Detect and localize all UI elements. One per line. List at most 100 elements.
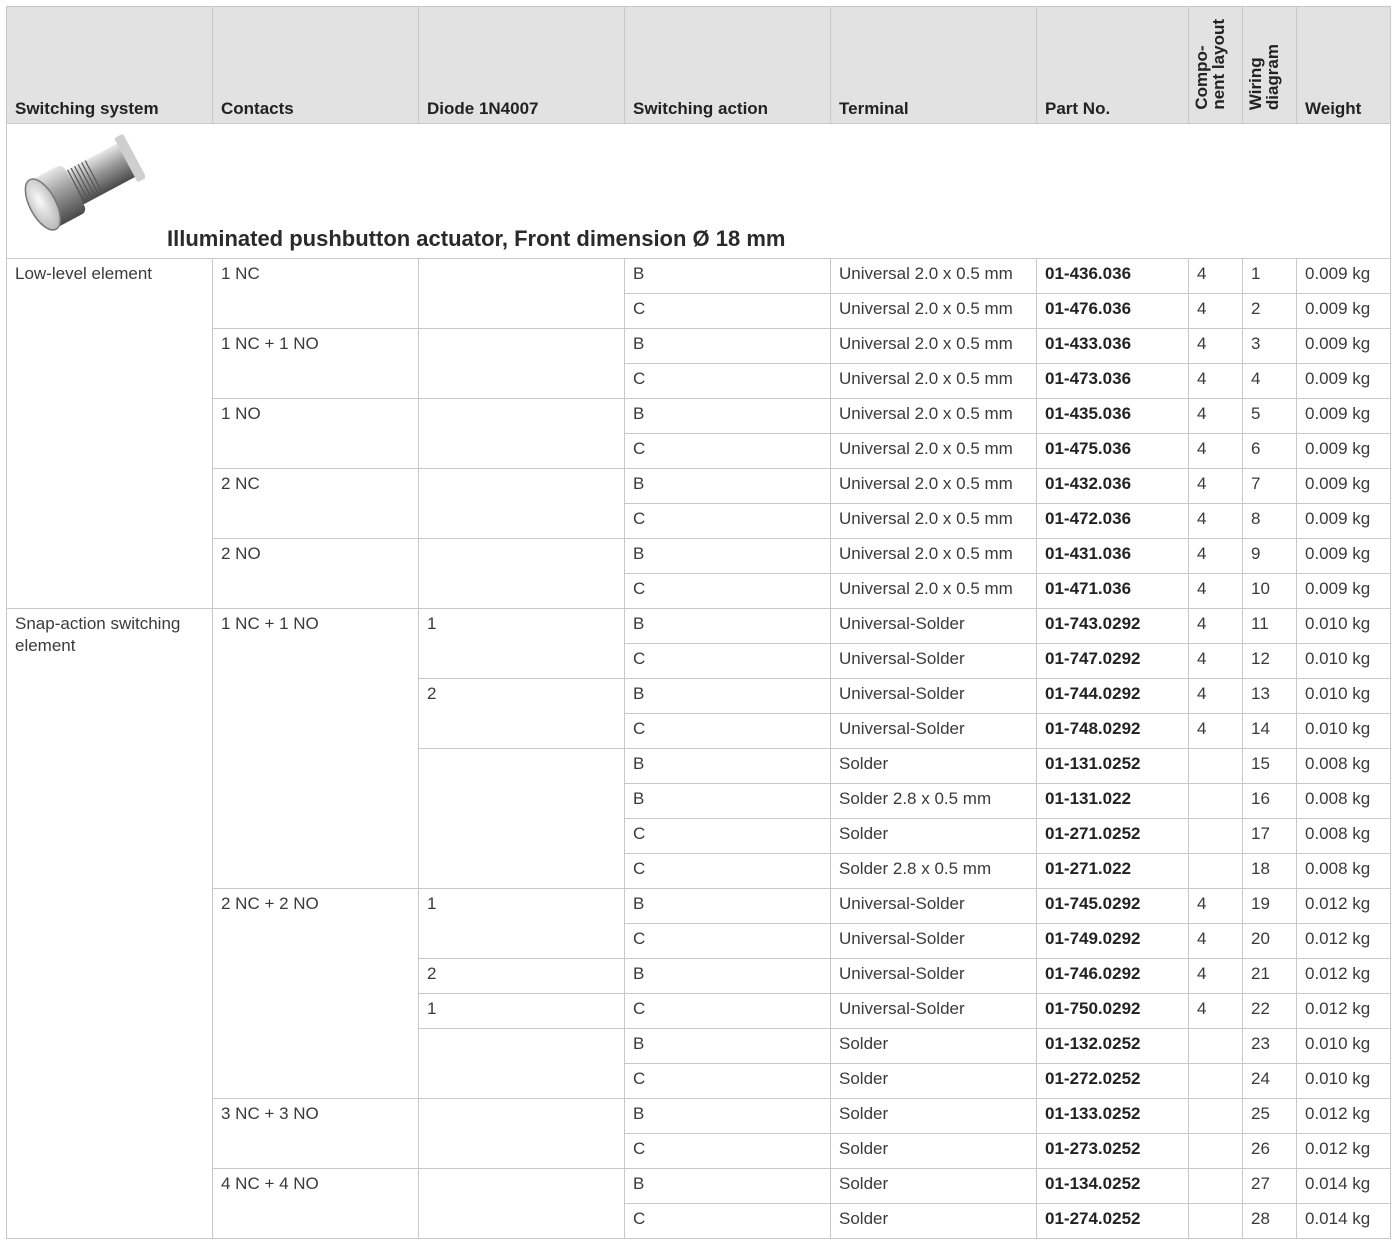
cell-terminal: Universal 2.0 x 0.5 mm <box>830 468 1037 504</box>
cell-switching-action: B <box>624 888 831 924</box>
header-part-no: Part No. <box>1036 6 1189 124</box>
cell-switching-action: B <box>624 958 831 994</box>
cell-wiring-diagram: 21 <box>1242 958 1297 994</box>
cell-terminal: Solder <box>830 818 1037 854</box>
cell-weight: 0.008 kg <box>1296 783 1391 819</box>
cell-component-layout: 4 <box>1188 643 1243 679</box>
cell-wiring-diagram: 11 <box>1242 608 1297 644</box>
cell-part-no: 01-433.036 <box>1036 328 1189 364</box>
cell-switching-action: C <box>624 433 831 469</box>
cell-part-no: 01-271.0252 <box>1036 818 1189 854</box>
cell-part-no: 01-471.036 <box>1036 573 1189 609</box>
cell-wiring-diagram: 27 <box>1242 1168 1297 1204</box>
cell-contacts: 2 NC + 2 NO <box>212 888 419 1099</box>
cell-switching-action: B <box>624 258 831 294</box>
cell-weight: 0.012 kg <box>1296 958 1391 994</box>
cell-switching-action: C <box>624 713 831 749</box>
cell-component-layout <box>1188 1133 1243 1169</box>
cell-component-layout <box>1188 818 1243 854</box>
cell-part-no: 01-432.036 <box>1036 468 1189 504</box>
cell-weight: 0.012 kg <box>1296 888 1391 924</box>
cell-diode <box>418 1168 625 1239</box>
cell-component-layout <box>1188 783 1243 819</box>
header-contacts: Contacts <box>212 6 419 124</box>
cell-component-layout: 4 <box>1188 713 1243 749</box>
cell-component-layout <box>1188 1028 1243 1064</box>
cell-terminal: Solder <box>830 748 1037 784</box>
cell-part-no: 01-750.0292 <box>1036 993 1189 1029</box>
header-wiring-diagram: Wiring diagram <box>1242 6 1297 124</box>
cell-component-layout: 4 <box>1188 888 1243 924</box>
cell-wiring-diagram: 24 <box>1242 1063 1297 1099</box>
cell-contacts: 2 NO <box>212 538 419 609</box>
cell-component-layout: 4 <box>1188 293 1243 329</box>
cell-terminal: Solder <box>830 1098 1037 1134</box>
cell-switching-action: C <box>624 503 831 539</box>
table-row: 2 NC + 2 NO 1 B Universal-Solder 01-745.0292… <box>7 888 1391 1099</box>
cell-switching-action: C <box>624 363 831 399</box>
cell-terminal: Solder <box>830 1203 1037 1239</box>
cell-part-no: 01-472.036 <box>1036 503 1189 539</box>
cell-part-no: 01-744.0292 <box>1036 678 1189 714</box>
header-component-layout: Compo- nent layout <box>1188 6 1243 124</box>
cell-terminal: Universal-Solder <box>830 713 1037 749</box>
cell-weight: 0.008 kg <box>1296 853 1391 889</box>
cell-wiring-diagram: 9 <box>1242 538 1297 574</box>
cell-diode <box>418 468 625 539</box>
table-row: 3 NC + 3 NO B Solder 01-133.0252 25 0.012 kg <box>7 1098 1391 1169</box>
cell-component-layout: 4 <box>1188 958 1243 994</box>
cell-terminal: Universal-Solder <box>830 888 1037 924</box>
cell-component-layout <box>1188 1168 1243 1204</box>
section-title: Illuminated pushbutton actuator, Front d… <box>167 226 786 251</box>
cell-switching-action: B <box>624 678 831 714</box>
cell-switching-system: Low-level element <box>6 258 213 609</box>
cell-switching-action: C <box>624 1203 831 1239</box>
cell-contacts: 1 NO <box>212 398 419 469</box>
cell-switching-action: B <box>624 608 831 644</box>
cell-contacts: 1 NC <box>212 258 419 329</box>
cell-component-layout: 4 <box>1188 468 1243 504</box>
header-terminal: Terminal <box>830 6 1037 124</box>
cell-diode: 1 <box>418 888 625 959</box>
header-wiring-diagram-label: Wiring diagram <box>1246 43 1282 110</box>
cell-diode: 2 <box>418 678 625 749</box>
cell-component-layout: 4 <box>1188 993 1243 1029</box>
cell-wiring-diagram: 15 <box>1242 748 1297 784</box>
cell-weight: 0.009 kg <box>1296 573 1391 609</box>
cell-contacts: 2 NC <box>212 468 419 539</box>
cell-switching-action: C <box>624 923 831 959</box>
cell-component-layout <box>1188 1203 1243 1239</box>
cell-wiring-diagram: 16 <box>1242 783 1297 819</box>
cell-wiring-diagram: 5 <box>1242 398 1297 434</box>
cell-weight: 0.009 kg <box>1296 503 1391 539</box>
cell-contacts: 1 NC + 1 NO <box>212 608 419 889</box>
cell-wiring-diagram: 8 <box>1242 503 1297 539</box>
cell-component-layout: 4 <box>1188 398 1243 434</box>
pushbutton-actuator-image <box>24 134 145 231</box>
cell-contacts: 4 NC + 4 NO <box>212 1168 419 1239</box>
cell-switching-action: C <box>624 293 831 329</box>
cell-weight: 0.009 kg <box>1296 293 1391 329</box>
cell-diode <box>418 328 625 399</box>
cell-switching-system: Snap-action switching element <box>6 608 213 1239</box>
cell-wiring-diagram: 10 <box>1242 573 1297 609</box>
cell-wiring-diagram: 18 <box>1242 853 1297 889</box>
header-switching-action: Switching action <box>624 6 831 124</box>
cell-part-no: 01-132.0252 <box>1036 1028 1189 1064</box>
cell-wiring-diagram: 13 <box>1242 678 1297 714</box>
cell-component-layout <box>1188 1063 1243 1099</box>
section-cell: Illuminated pushbutton actuator, Front d… <box>6 123 1391 259</box>
cell-component-layout <box>1188 748 1243 784</box>
cell-diode <box>418 538 625 609</box>
cell-diode <box>418 1028 625 1099</box>
cell-part-no: 01-435.036 <box>1036 398 1189 434</box>
cell-weight: 0.010 kg <box>1296 1063 1391 1099</box>
cell-wiring-diagram: 2 <box>1242 293 1297 329</box>
cell-terminal: Universal 2.0 x 0.5 mm <box>830 433 1037 469</box>
cell-wiring-diagram: 4 <box>1242 363 1297 399</box>
cell-part-no: 01-273.0252 <box>1036 1133 1189 1169</box>
cell-terminal: Universal-Solder <box>830 678 1037 714</box>
cell-terminal: Universal-Solder <box>830 923 1037 959</box>
cell-component-layout: 4 <box>1188 258 1243 294</box>
cell-part-no: 01-745.0292 <box>1036 888 1189 924</box>
